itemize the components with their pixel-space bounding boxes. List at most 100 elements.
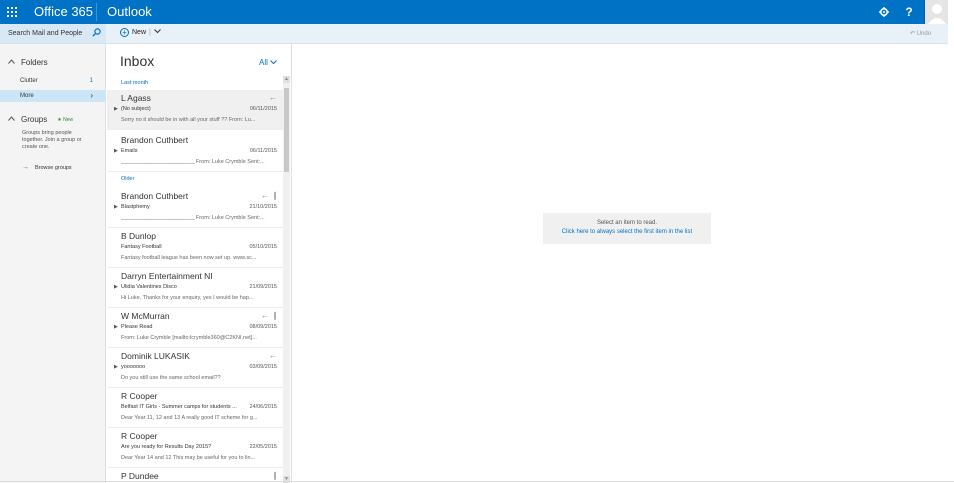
- folder-label: More: [20, 93, 34, 99]
- message-preview: ________________________ From: Luke Crym…: [121, 215, 265, 221]
- reply-icon[interactable]: ←: [261, 311, 269, 320]
- message-preview: Sorry no it should be in with all your s…: [121, 117, 256, 123]
- message-row[interactable]: Brandon Cuthbert ← ∥ ▶ Blastphemy 21/10/2…: [107, 188, 283, 228]
- message-subject: Are you ready for Results Day 2015?: [121, 444, 212, 450]
- new-badge: ★ New: [57, 117, 73, 123]
- chevron-up-icon: [8, 116, 15, 123]
- message-date: 08/09/2015: [249, 324, 277, 330]
- top-bar: Office 365 Outlook ?: [0, 0, 948, 24]
- message-subject: Belfast IT Girls - Summer camps for stud…: [121, 404, 237, 410]
- folders-heading[interactable]: Folders: [8, 58, 48, 67]
- groups-label: Groups: [21, 115, 48, 124]
- message-sender: R Cooper: [121, 391, 158, 401]
- expand-conversation-icon[interactable]: ▶: [114, 284, 118, 290]
- group-header-last-month: Last month: [121, 80, 149, 86]
- message-date: 05/10/2015: [249, 244, 277, 250]
- message-sender: B Dunlop: [121, 231, 156, 241]
- message-preview: Dear Year 11, 12 and 13 A really good IT…: [121, 415, 258, 421]
- help-icon[interactable]: ?: [897, 0, 921, 24]
- message-row[interactable]: R Cooper Belfast IT Girls - Summer camps…: [107, 388, 283, 428]
- user-avatar[interactable]: [924, 0, 948, 24]
- arrow-right-icon: →: [22, 164, 29, 171]
- message-row[interactable]: Brandon Cuthbert ▶ Emails 06/11/2015 ___…: [107, 132, 283, 172]
- search-placeholder: Search Mail and People: [8, 30, 83, 37]
- folders-label: Folders: [21, 58, 48, 67]
- message-row[interactable]: L Agass ← ▶ (No subject) 06/11/2015 Sorr…: [107, 90, 283, 130]
- message-date: 03/09/2015: [249, 364, 277, 370]
- message-preview: Dear Year 14 and 12 This may be useful f…: [121, 455, 256, 461]
- expand-conversation-icon[interactable]: ▶: [114, 364, 118, 370]
- message-date: 06/11/2015: [249, 148, 277, 154]
- filter-dropdown[interactable]: All: [259, 58, 277, 67]
- message-preview: From: Luke Crymble [mailto:lcrymble360@C…: [121, 335, 257, 341]
- folder-item-more[interactable]: More ›: [0, 90, 106, 102]
- attachment-icon: ∥: [273, 471, 277, 480]
- chevron-down-icon[interactable]: [153, 29, 161, 36]
- message-subject: (No subject): [121, 106, 151, 112]
- attachment-icon: ∥: [273, 191, 277, 200]
- search-input[interactable]: Search Mail and People: [0, 24, 106, 43]
- message-subject: yooooooo: [121, 364, 146, 370]
- new-badge-label: New: [63, 116, 74, 123]
- empty-reading-message: Select an item to read. Click here to al…: [543, 213, 711, 244]
- message-row[interactable]: Darryn Entertainment NI ▶ Ulidia Valenti…: [107, 268, 283, 308]
- message-row[interactable]: Dominik LUKASIK ← ▶ yooooooo 03/09/2015 …: [107, 348, 283, 388]
- new-button[interactable]: + New |: [120, 28, 161, 37]
- message-subject: Emails: [121, 148, 138, 154]
- new-badge-icon: ★: [57, 116, 62, 123]
- message-date: 21/10/2015: [249, 204, 277, 210]
- reply-icon[interactable]: ←: [261, 191, 269, 200]
- message-sender: P Dundee: [121, 471, 159, 481]
- attachment-icon: ∥: [273, 311, 277, 320]
- message-sender: Brandon Cuthbert: [121, 135, 189, 145]
- empty-reading-text: Select an item to read.: [596, 220, 658, 226]
- office365-brand[interactable]: Office 365: [34, 4, 93, 19]
- groups-heading[interactable]: Groups ★ New: [8, 115, 73, 124]
- message-sender: R Cooper: [121, 431, 158, 441]
- browse-groups-link[interactable]: → Browse groups: [22, 164, 72, 171]
- expand-conversation-icon[interactable]: ▶: [114, 324, 118, 330]
- bottom-divider: [0, 481, 954, 482]
- message-subject: Blastphemy: [121, 204, 150, 210]
- message-sender: Brandon Cuthbert: [121, 191, 189, 201]
- message-preview: Do you still use the same school email??: [121, 375, 221, 381]
- browse-groups-label: Browse groups: [35, 164, 72, 171]
- reply-icon[interactable]: ←: [269, 93, 277, 102]
- plus-icon: +: [120, 28, 129, 37]
- message-actions: ∥: [273, 471, 277, 480]
- message-preview: Fantasy football league has been now set…: [121, 255, 257, 261]
- list-scrollbar[interactable]: ▲ ▼: [283, 76, 290, 483]
- message-row[interactable]: W McMurran ← ∥ ▶ Please Read 08/09/2015 F…: [107, 308, 283, 348]
- scroll-thumb[interactable]: [284, 88, 289, 172]
- reply-icon[interactable]: ←: [269, 351, 277, 360]
- message-actions: ← ∥: [261, 191, 277, 200]
- expand-conversation-icon[interactable]: ▶: [114, 106, 118, 112]
- expand-conversation-icon[interactable]: ▶: [114, 204, 118, 210]
- folder-pane: Folders Clutter 1 More › Groups ★ New Gr…: [0, 44, 106, 483]
- filter-label: All: [259, 58, 268, 67]
- always-select-first-link[interactable]: Click here to always select the first it…: [543, 229, 711, 235]
- search-icon[interactable]: [92, 28, 101, 39]
- app-name[interactable]: Outlook: [107, 4, 152, 19]
- gear-icon[interactable]: [872, 0, 896, 24]
- message-subject: Ulidia Valentines Disco: [121, 284, 177, 290]
- folder-title: Inbox: [120, 53, 155, 69]
- message-subject: Please Read: [121, 324, 153, 330]
- groups-description: Groups bring people together. Join a gro…: [22, 130, 82, 150]
- expand-conversation-icon[interactable]: ▶: [114, 148, 118, 154]
- message-actions: ←: [269, 93, 277, 102]
- message-subject: Fantasy Football: [121, 244, 162, 250]
- new-divider: |: [149, 29, 151, 36]
- message-sender: Darryn Entertainment NI: [121, 271, 213, 281]
- message-row[interactable]: B Dunlop Fantasy Football 05/10/2015 Fan…: [107, 228, 283, 268]
- undo-button[interactable]: ↶ Undo: [910, 30, 931, 37]
- folder-item-clutter[interactable]: Clutter 1: [0, 75, 106, 87]
- message-preview: Hi Luke, Thanks for your enquiry, yes I …: [121, 295, 254, 301]
- message-list: Inbox All Last month L Agass ← ▶ (No sub…: [107, 44, 292, 483]
- topbar-divider: [96, 3, 97, 21]
- message-row[interactable]: R Cooper Are you ready for Results Day 2…: [107, 428, 283, 468]
- undo-icon: ↶: [910, 31, 916, 37]
- scroll-up-arrow[interactable]: ▲: [283, 76, 290, 83]
- app-launcher-icon[interactable]: [0, 0, 24, 24]
- message-date: 06/11/2015: [249, 106, 277, 112]
